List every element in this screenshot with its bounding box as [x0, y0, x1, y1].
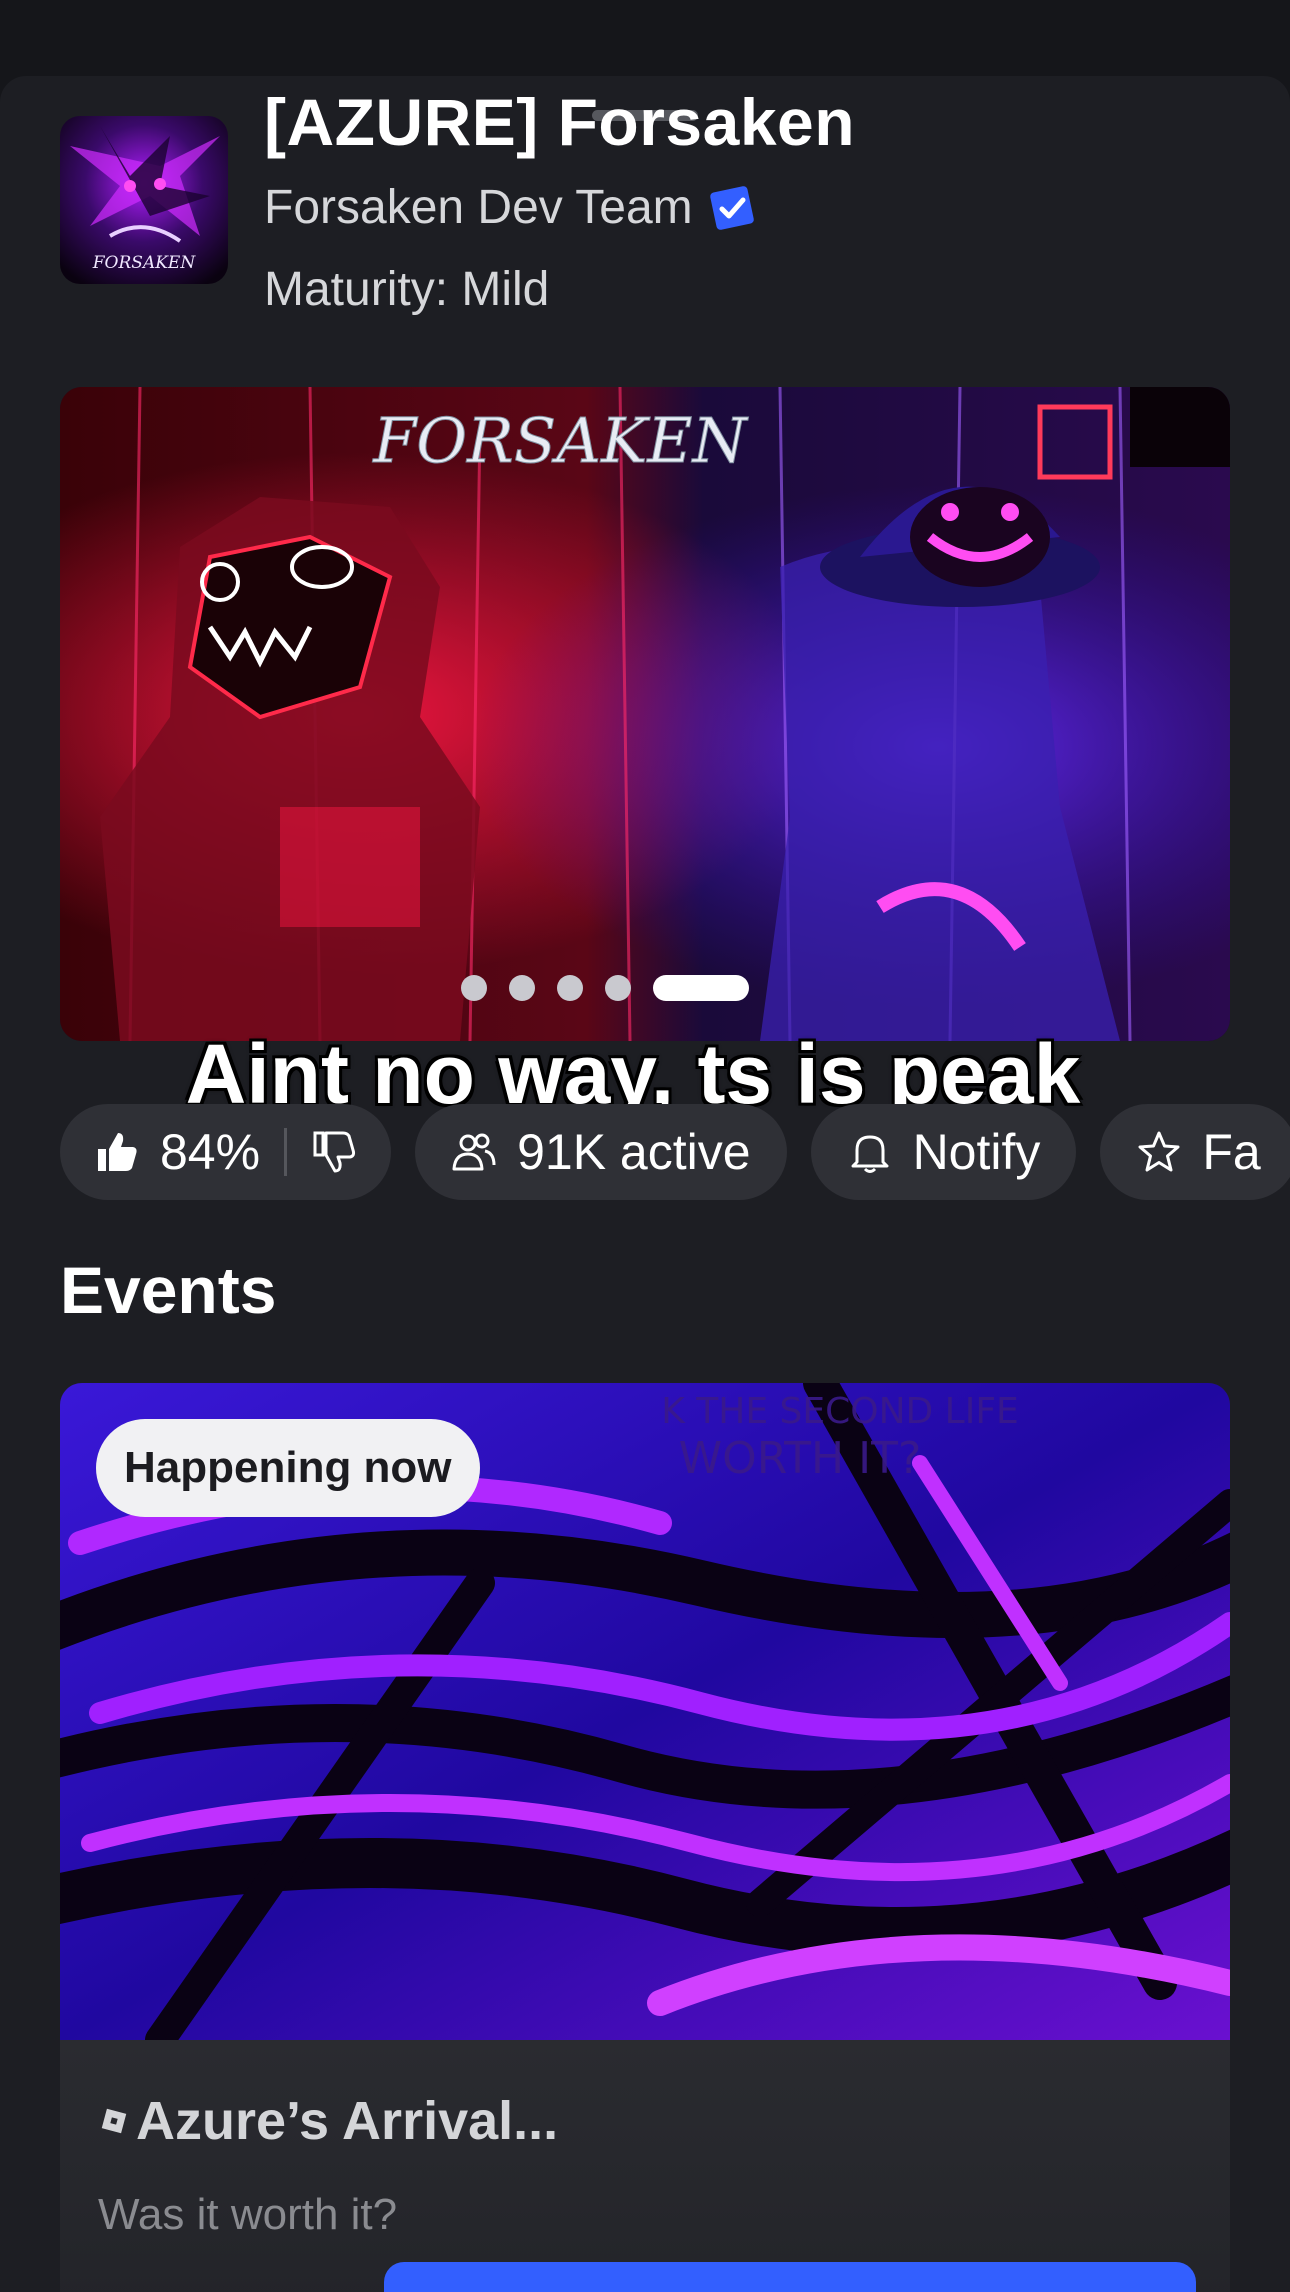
carousel-dot-3[interactable]: [557, 975, 583, 1001]
carousel-artwork: FORSAKEN: [60, 387, 1230, 1041]
game-icon-text: FORSAKEN: [92, 253, 197, 273]
event-art-text-1: K THE SECOND LIFE: [661, 1391, 1019, 1432]
carousel-pagination: [60, 975, 1190, 1001]
rating-percent: 84%: [160, 1124, 261, 1180]
notify-label: Notify: [912, 1124, 1041, 1180]
play-button[interactable]: [384, 2262, 1196, 2292]
screen: FORSAKEN [AZURE] Forsaken Forsaken Dev T…: [0, 0, 1290, 2292]
favorite-button[interactable]: Fa: [1100, 1104, 1290, 1200]
active-players-pill: 91K active: [415, 1104, 787, 1200]
game-icon: FORSAKEN: [60, 116, 228, 284]
verified-badge-icon: [709, 185, 754, 230]
action-pills: 84% 91K active Notify Fa: [60, 1104, 1290, 1200]
media-carousel[interactable]: FORSAKEN: [60, 387, 1230, 1041]
events-heading: Events: [60, 1253, 277, 1327]
happening-now-badge: Happening now: [96, 1419, 480, 1517]
event-card[interactable]: K THE SECOND LIFE WORTH IT? Happening no…: [60, 1383, 1230, 2292]
thumbs-down-icon[interactable]: [311, 1129, 357, 1175]
active-players-count: 91K active: [517, 1124, 751, 1180]
creator-row[interactable]: Forsaken Dev Team: [264, 180, 755, 235]
game-logo-icon: [101, 2108, 127, 2134]
carousel-dot-5-active[interactable]: [653, 975, 749, 1001]
carousel-dot-2[interactable]: [509, 975, 535, 1001]
creator-name[interactable]: Forsaken Dev Team: [264, 180, 693, 235]
notify-button[interactable]: Notify: [810, 1104, 1077, 1200]
event-title: Azure’s Arrival...: [98, 2090, 558, 2152]
maturity-rating: Maturity: Mild: [264, 263, 550, 316]
event-art-text-2: WORTH IT?: [679, 1433, 922, 1484]
bell-icon: [851, 1135, 889, 1173]
carousel-dot-1[interactable]: [461, 975, 487, 1001]
people-icon: [452, 1133, 496, 1171]
carousel-logo-text: FORSAKEN: [372, 404, 749, 477]
event-info: Azure’s Arrival... Was it worth it?: [60, 2040, 1230, 2292]
vote-pill: 84%: [60, 1104, 392, 1200]
carousel-dot-4[interactable]: [605, 975, 631, 1001]
event-name: Azure’s Arrival...: [136, 2091, 559, 2151]
vote-divider: [284, 1128, 288, 1176]
game-title: [AZURE] Forsaken: [264, 85, 856, 159]
event-subtitle: Was it worth it?: [98, 2190, 398, 2239]
thumbs-up-icon[interactable]: [94, 1129, 140, 1175]
favorite-label: Fa: [1202, 1124, 1261, 1180]
star-icon: [1138, 1131, 1180, 1172]
